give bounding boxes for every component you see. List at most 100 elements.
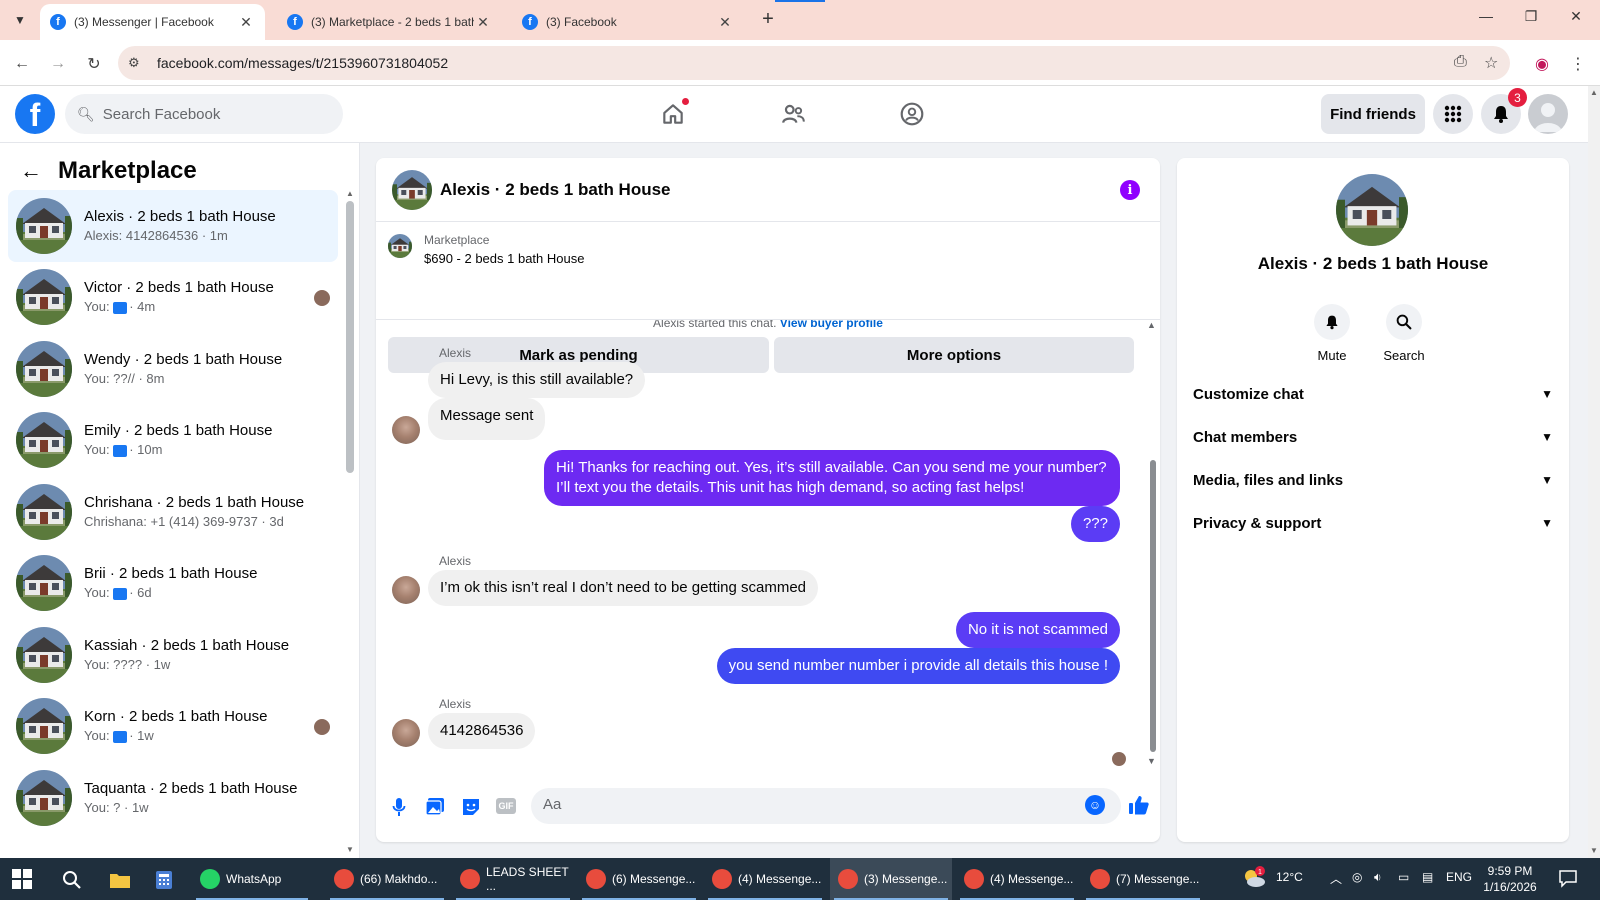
conversation-item-6[interactable]: Kassiah · 2 beds 1 bath House You: ???? …: [8, 619, 338, 691]
scroll-down-icon[interactable]: ▼: [1590, 846, 1598, 855]
facebook-logo-icon[interactable]: f: [15, 94, 55, 134]
taskbar-app-2[interactable]: LEADS SHEET ...: [452, 858, 574, 900]
taskbar-app-4[interactable]: (4) Messenge...: [704, 858, 826, 900]
media-files-links-section[interactable]: Media, files and links ▼: [1193, 462, 1553, 498]
scroll-down-icon[interactable]: ▼: [346, 845, 354, 854]
sticker-icon[interactable]: [460, 796, 482, 818]
conversation-item-3[interactable]: Emily · 2 beds 1 bath House You: · 10m: [8, 405, 338, 477]
customize-chat-section[interactable]: Customize chat ▼: [1193, 376, 1553, 412]
taskbar-app-0[interactable]: WhatsApp: [192, 858, 312, 900]
conversation-item-2[interactable]: Wendy · 2 beds 1 bath House You: ??// · …: [8, 333, 338, 405]
taskbar-app-1[interactable]: (66) Makhdo...: [326, 858, 448, 900]
notification-center-icon[interactable]: [1558, 868, 1578, 891]
sender-avatar[interactable]: [392, 416, 420, 444]
account-avatar[interactable]: [1528, 94, 1568, 134]
conversation-item-0[interactable]: Alexis · 2 beds 1 bath House Alexis: 414…: [8, 190, 338, 262]
forward-icon[interactable]: →: [46, 52, 70, 76]
search-action[interactable]: Search: [1374, 304, 1434, 363]
taskbar-app-5[interactable]: (3) Messenge...: [830, 858, 952, 900]
conversation-item-4[interactable]: Chrishana · 2 beds 1 bath House Chrishan…: [8, 476, 338, 548]
gif-icon[interactable]: GIF: [496, 798, 516, 814]
close-tab-icon[interactable]: ✕: [237, 14, 255, 31]
outgoing-message[interactable]: Hi! Thanks for reaching out. Yes, it’s s…: [544, 450, 1120, 506]
sender-avatar[interactable]: [392, 719, 420, 747]
sidebar-scrollbar[interactable]: [346, 201, 354, 473]
browser-tab-messenger[interactable]: f (3) Messenger | Facebook ✕: [40, 4, 265, 40]
thumbs-up-icon[interactable]: [1128, 794, 1150, 822]
taskbar-app-3[interactable]: (6) Messenge...: [578, 858, 700, 900]
conversation-item-8[interactable]: Taquanta · 2 beds 1 bath House You: ? · …: [8, 762, 338, 834]
message-input-box[interactable]: [531, 788, 1121, 824]
photo-icon[interactable]: [424, 796, 446, 818]
conversation-item-7[interactable]: Korn · 2 beds 1 bath House You: · 1w: [8, 691, 338, 763]
friends-nav-icon[interactable]: [775, 96, 811, 132]
chat-avatar[interactable]: [392, 170, 432, 210]
page-scrollbar[interactable]: ▲ ▼: [1588, 86, 1600, 858]
scroll-up-icon[interactable]: ▲: [1147, 320, 1156, 330]
incoming-message[interactable]: 4142864536: [428, 713, 536, 749]
scroll-down-icon[interactable]: ▼: [1147, 756, 1156, 766]
taskbar-app-6[interactable]: (4) Messenge...: [956, 858, 1078, 900]
browser-profile-icon[interactable]: ◉: [1530, 52, 1554, 76]
windows-start-icon[interactable]: [12, 869, 32, 889]
network-icon[interactable]: ▤: [1422, 870, 1433, 884]
back-arrow-icon[interactable]: ←: [20, 158, 42, 184]
home-nav-icon[interactable]: [655, 96, 691, 132]
incoming-message[interactable]: Message sent: [428, 398, 546, 440]
search-input[interactable]: [102, 105, 323, 123]
restore-icon[interactable]: ❐: [1519, 8, 1543, 25]
microphone-icon[interactable]: [388, 796, 410, 818]
browser-menu-icon[interactable]: ⋮: [1566, 52, 1590, 76]
calculator-icon[interactable]: [152, 868, 176, 892]
language-indicator[interactable]: ENG: [1446, 870, 1472, 884]
battery-icon[interactable]: ▭: [1398, 870, 1409, 884]
emoji-icon[interactable]: ☺: [1085, 795, 1105, 815]
file-explorer-icon[interactable]: [108, 868, 132, 892]
info-icon[interactable]: i: [1120, 180, 1140, 200]
sender-avatar[interactable]: [392, 576, 420, 604]
address-bar[interactable]: ⚙ facebook.com/messages/t/21539607318040…: [118, 46, 1510, 80]
weather-icon[interactable]: 1: [1240, 864, 1268, 895]
tab-search-menu[interactable]: ▼: [8, 8, 32, 32]
outgoing-message[interactable]: No it is not scammed: [955, 612, 1120, 648]
close-window-icon[interactable]: ✕: [1564, 8, 1588, 25]
menu-grid-icon[interactable]: [1433, 94, 1473, 134]
outgoing-message[interactable]: you send number number i provide all det…: [716, 648, 1120, 684]
close-tab-icon[interactable]: ✕: [474, 14, 492, 31]
facebook-search[interactable]: 🔍︎: [65, 94, 343, 134]
incoming-message[interactable]: I’m ok this isn’t real I don’t need to b…: [428, 570, 819, 606]
view-buyer-profile-link[interactable]: View buyer profile: [780, 320, 883, 330]
chevron-up-icon[interactable]: ︿: [1330, 870, 1342, 887]
mute-action[interactable]: Mute: [1302, 304, 1362, 363]
chat-title[interactable]: Alexis · 2 beds 1 bath House: [440, 180, 671, 200]
taskbar-app-7[interactable]: (7) Messenge...: [1082, 858, 1204, 900]
close-tab-icon[interactable]: ✕: [716, 14, 734, 31]
incoming-message[interactable]: Hi Levy, is this still available?: [428, 362, 646, 398]
conversation-item-5[interactable]: Brii · 2 beds 1 bath House You: · 6d: [8, 548, 338, 620]
chat-info-avatar[interactable]: [1336, 174, 1408, 246]
scroll-up-icon[interactable]: ▲: [1590, 88, 1598, 97]
chat-members-section[interactable]: Chat members ▼: [1193, 419, 1553, 455]
back-icon[interactable]: ←: [10, 52, 34, 76]
message-input[interactable]: [543, 796, 1063, 813]
privacy-support-section[interactable]: Privacy & support ▼: [1193, 505, 1553, 541]
new-tab-icon[interactable]: +: [756, 8, 780, 31]
reload-icon[interactable]: ↻: [82, 52, 106, 76]
outgoing-message[interactable]: ???: [1070, 506, 1120, 542]
search-icon[interactable]: [60, 868, 84, 892]
groups-nav-icon[interactable]: [894, 96, 930, 132]
listing-price[interactable]: $690 - 2 beds 1 bath House: [424, 251, 584, 266]
browser-tab-marketplace[interactable]: f (3) Marketplace - 2 beds 1 bath ✕: [277, 4, 502, 40]
message-scrollbar[interactable]: [1150, 460, 1156, 752]
volume-icon[interactable]: 🔉︎: [1374, 870, 1382, 885]
notifications-bell-icon[interactable]: 3: [1481, 88, 1527, 134]
install-app-icon[interactable]: ⎙: [1454, 53, 1467, 71]
whatsapp-tray-icon[interactable]: ◎: [1352, 870, 1362, 884]
find-friends-button[interactable]: Find friends: [1321, 94, 1425, 134]
minimize-icon[interactable]: —: [1474, 8, 1498, 24]
site-settings-icon[interactable]: ⚙: [128, 55, 140, 71]
browser-tab-facebook[interactable]: f (3) Facebook ✕: [512, 4, 744, 40]
conversation-item-1[interactable]: Victor · 2 beds 1 bath House You: · 4m: [8, 262, 338, 334]
system-clock[interactable]: 9:59 PM 1/16/2026: [1470, 863, 1550, 895]
bookmark-star-icon[interactable]: ☆: [1484, 53, 1498, 73]
